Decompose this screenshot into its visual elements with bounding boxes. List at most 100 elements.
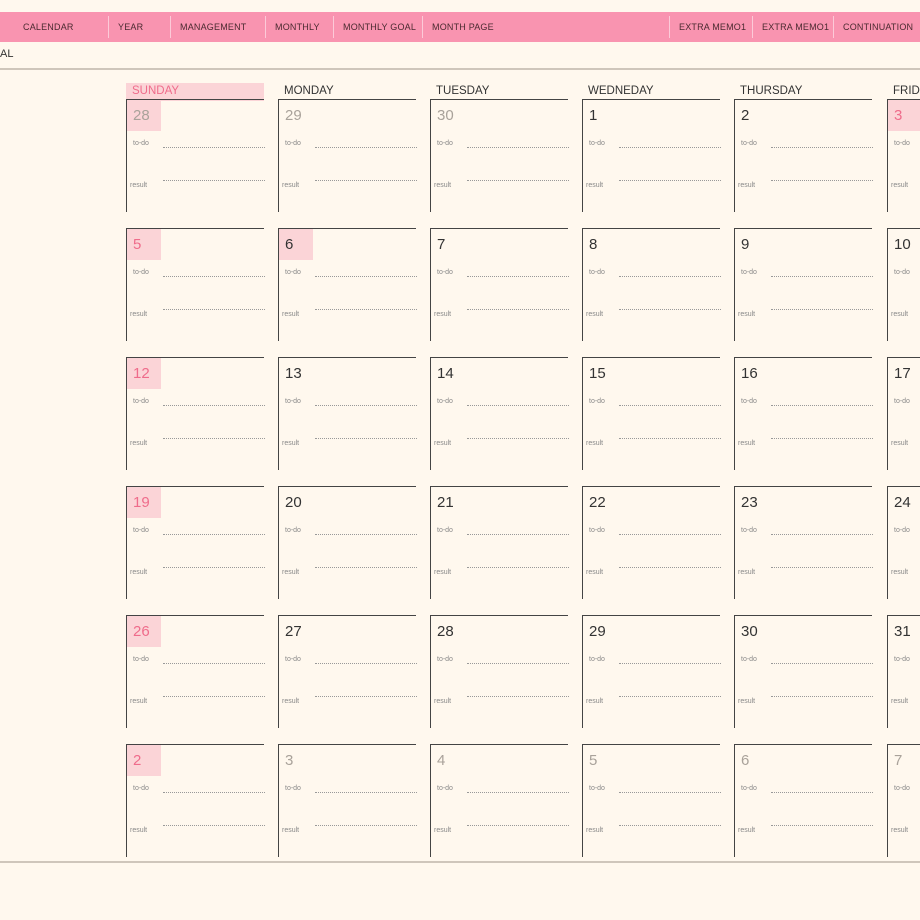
result-line[interactable] [163, 309, 265, 310]
result-line[interactable] [771, 180, 873, 181]
todo-line[interactable] [467, 147, 569, 148]
result-line[interactable] [619, 567, 721, 568]
todo-line[interactable] [163, 792, 265, 793]
nav-tab-month-page[interactable]: MONTH PAGE [422, 12, 494, 42]
todo-line[interactable] [619, 276, 721, 277]
todo-line[interactable] [619, 534, 721, 535]
result-line[interactable] [619, 696, 721, 697]
result-line[interactable] [467, 309, 569, 310]
result-line[interactable] [315, 696, 417, 697]
day-cell[interactable]: 29 to-do result [582, 615, 721, 728]
day-cell[interactable]: 4 to-do result [430, 744, 569, 857]
todo-line[interactable] [619, 405, 721, 406]
day-cell[interactable]: 7 to-do result [887, 744, 920, 857]
day-cell[interactable]: 17 to-do result [887, 357, 920, 470]
todo-line[interactable] [467, 534, 569, 535]
day-cell[interactable]: 26 to-do result [126, 615, 265, 728]
result-line[interactable] [771, 438, 873, 439]
todo-line[interactable] [467, 276, 569, 277]
todo-line[interactable] [467, 792, 569, 793]
day-cell[interactable]: 20 to-do result [278, 486, 417, 599]
day-cell[interactable]: 30 to-do result [430, 99, 569, 212]
result-line[interactable] [163, 438, 265, 439]
day-cell[interactable]: 14 to-do result [430, 357, 569, 470]
todo-line[interactable] [163, 663, 265, 664]
todo-line[interactable] [163, 276, 265, 277]
day-cell[interactable]: 27 to-do result [278, 615, 417, 728]
result-line[interactable] [315, 180, 417, 181]
day-cell[interactable]: 29 to-do result [278, 99, 417, 212]
result-line[interactable] [315, 567, 417, 568]
day-cell[interactable]: 5 to-do result [582, 744, 721, 857]
result-line[interactable] [467, 438, 569, 439]
day-cell[interactable]: 13 to-do result [278, 357, 417, 470]
result-line[interactable] [771, 696, 873, 697]
result-line[interactable] [315, 309, 417, 310]
todo-line[interactable] [619, 147, 721, 148]
todo-line[interactable] [467, 405, 569, 406]
nav-tab-calendar[interactable]: CALENDAR [23, 12, 74, 42]
day-cell[interactable]: 15 to-do result [582, 357, 721, 470]
todo-line[interactable] [619, 792, 721, 793]
nav-tab-monthly[interactable]: MONTHLY [265, 12, 320, 42]
nav-tab-year[interactable]: YEAR [107, 12, 143, 42]
todo-line[interactable] [771, 663, 873, 664]
result-line[interactable] [163, 180, 265, 181]
result-line[interactable] [467, 696, 569, 697]
todo-line[interactable] [315, 276, 417, 277]
day-cell[interactable]: 6 to-do result [734, 744, 873, 857]
todo-line[interactable] [163, 405, 265, 406]
day-cell[interactable]: 6 to-do result [278, 228, 417, 341]
day-cell[interactable]: 22 to-do result [582, 486, 721, 599]
todo-line[interactable] [315, 405, 417, 406]
day-cell[interactable]: 2 to-do result [126, 744, 265, 857]
result-line[interactable] [771, 825, 873, 826]
day-cell[interactable]: 28 to-do result [126, 99, 265, 212]
todo-line[interactable] [163, 534, 265, 535]
result-line[interactable] [163, 825, 265, 826]
nav-tab-management[interactable]: MANAGEMENT [170, 12, 247, 42]
todo-line[interactable] [315, 792, 417, 793]
nav-tab-continuation[interactable]: CONTINUATION [832, 12, 913, 42]
result-line[interactable] [619, 309, 721, 310]
result-line[interactable] [163, 567, 265, 568]
day-cell[interactable]: 3 to-do result [278, 744, 417, 857]
result-line[interactable] [619, 180, 721, 181]
todo-line[interactable] [163, 147, 265, 148]
nav-tab-monthly-goal[interactable]: MONTHLY GOAL [332, 12, 416, 42]
todo-line[interactable] [467, 663, 569, 664]
day-cell[interactable]: 8 to-do result [582, 228, 721, 341]
result-line[interactable] [771, 567, 873, 568]
day-cell[interactable]: 24 to-do result [887, 486, 920, 599]
day-cell[interactable]: 3 to-do result [887, 99, 920, 212]
day-cell[interactable]: 12 to-do result [126, 357, 265, 470]
result-line[interactable] [467, 567, 569, 568]
day-cell[interactable]: 7 to-do result [430, 228, 569, 341]
result-line[interactable] [619, 438, 721, 439]
todo-line[interactable] [315, 147, 417, 148]
day-cell[interactable]: 23 to-do result [734, 486, 873, 599]
day-cell[interactable]: 5 to-do result [126, 228, 265, 341]
result-line[interactable] [315, 825, 417, 826]
todo-line[interactable] [771, 405, 873, 406]
result-line[interactable] [619, 825, 721, 826]
result-line[interactable] [467, 825, 569, 826]
day-cell[interactable]: 10 to-do result [887, 228, 920, 341]
nav-tab-extra-memo1-b[interactable]: EXTRA MEMO1 [751, 12, 829, 42]
result-line[interactable] [771, 309, 873, 310]
todo-line[interactable] [315, 663, 417, 664]
day-cell[interactable]: 21 to-do result [430, 486, 569, 599]
todo-line[interactable] [619, 663, 721, 664]
result-line[interactable] [467, 180, 569, 181]
nav-tab-extra-memo1-a[interactable]: EXTRA MEMO1 [668, 12, 746, 42]
day-cell[interactable]: 2 to-do result [734, 99, 873, 212]
day-cell[interactable]: 31 to-do result [887, 615, 920, 728]
todo-line[interactable] [771, 147, 873, 148]
day-cell[interactable]: 19 to-do result [126, 486, 265, 599]
todo-line[interactable] [771, 534, 873, 535]
day-cell[interactable]: 9 to-do result [734, 228, 873, 341]
day-cell[interactable]: 1 to-do result [582, 99, 721, 212]
day-cell[interactable]: 28 to-do result [430, 615, 569, 728]
todo-line[interactable] [771, 276, 873, 277]
result-line[interactable] [315, 438, 417, 439]
